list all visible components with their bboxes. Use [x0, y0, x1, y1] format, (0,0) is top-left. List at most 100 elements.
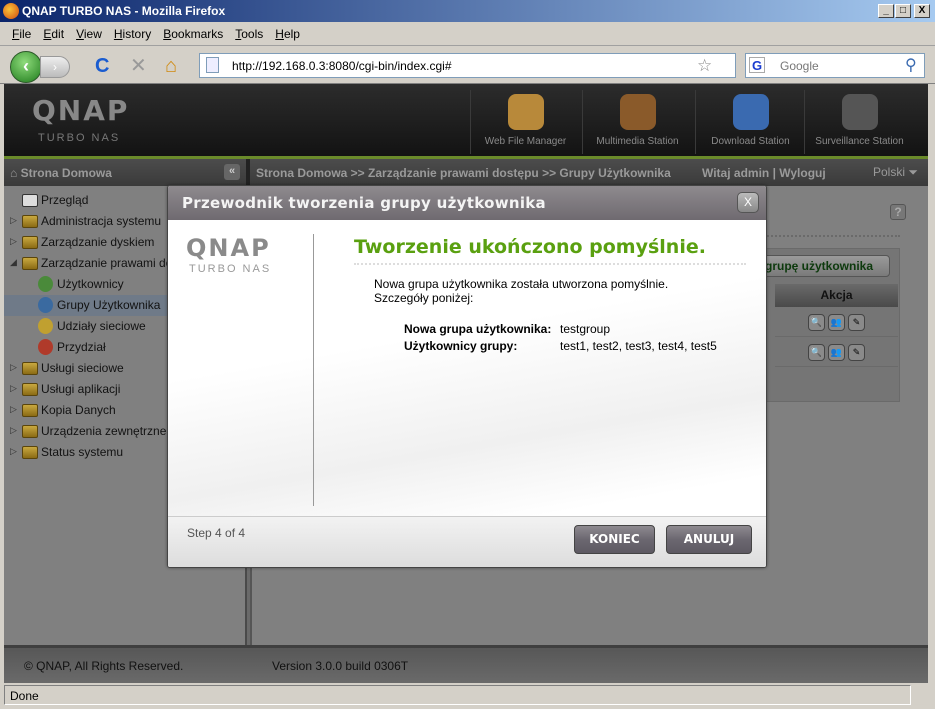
home-button[interactable]: ⌂: [165, 56, 177, 76]
qnap-logo-sub: TURBO NAS: [38, 132, 121, 144]
firefox-icon: [3, 3, 19, 19]
sidebar-item-label: Usługi sieciowe: [41, 361, 124, 375]
folder-icon: [22, 215, 38, 228]
google-engine-icon[interactable]: G: [749, 57, 765, 73]
qnap-logo-sub: TURBO NAS: [189, 263, 272, 275]
column-header-action: Akcja: [775, 284, 898, 307]
sidebar-item-label: Kopia Danych: [41, 403, 116, 417]
reload-button[interactable]: C: [95, 56, 109, 76]
item-icon: [38, 339, 53, 355]
add-group-button[interactable]: grupę użytkownika: [752, 255, 890, 277]
sidebar-item-label: Administracja systemu: [41, 214, 162, 228]
sidebar-item-label: Użytkownicy: [57, 277, 124, 291]
members-icon[interactable]: 👥: [828, 314, 845, 331]
app-label: Multimedia Station: [596, 136, 679, 147]
details-intro: Szczegóły poniżej:: [374, 291, 474, 305]
view-icon[interactable]: 🔍: [808, 344, 825, 361]
app-download-station[interactable]: Download Station: [695, 90, 805, 154]
app-multimedia-station[interactable]: Multimedia Station: [582, 90, 692, 154]
sidebar-item-label: Status systemu: [41, 445, 124, 459]
close-window-button[interactable]: X: [914, 4, 930, 18]
version: Version 3.0.0 build 0306T: [272, 659, 409, 673]
app-icon: [732, 94, 769, 130]
menu-edit[interactable]: Edit: [43, 27, 64, 45]
url-input[interactable]: http://192.168.0.3:8080/cgi-bin/index.cg…: [199, 53, 736, 78]
expand-arrow-icon[interactable]: ▷: [10, 425, 17, 436]
folder-icon: [22, 404, 38, 417]
welcome-logout[interactable]: Witaj admin | Wyloguj: [702, 166, 826, 180]
overview-icon: [22, 194, 38, 207]
success-heading: Tworzenie ukończono pomyślnie.: [354, 236, 706, 258]
search-go-icon[interactable]: ⚲: [905, 55, 917, 75]
success-message: Nowa grupa użytkownika została utworzona…: [374, 277, 669, 291]
home-link[interactable]: ⌂ Strona Domowa: [10, 166, 112, 180]
sidebar-item-label: Przydział: [57, 340, 106, 354]
divider: [246, 159, 250, 186]
footer: © QNAP, All Rights Reserved. Version 3.0…: [4, 645, 928, 683]
language-select[interactable]: Polski ⏷: [873, 165, 918, 180]
divider: [313, 234, 314, 506]
dialog-title: Przewodnik tworzenia grupy użytkownika: [168, 186, 766, 220]
table-row: 🔍 👥 ✎: [775, 338, 898, 367]
page-icon: [206, 57, 219, 73]
sidebar-item-label: Przegląd: [41, 193, 89, 207]
app-icon: [841, 94, 878, 130]
search-input[interactable]: Google: [745, 53, 925, 78]
divider: [760, 235, 900, 237]
menu-bookmarks[interactable]: Bookmarks: [163, 27, 223, 45]
detail-label-group: Nowa grupa użytkownika:: [404, 322, 552, 336]
expand-arrow-icon[interactable]: ▷: [10, 215, 17, 226]
folder-icon: [22, 236, 38, 249]
sidebar-item-label: Udziały sieciowe: [57, 319, 146, 333]
app-surveillance-station[interactable]: Surveillance Station: [804, 90, 914, 154]
expand-arrow-icon[interactable]: ▷: [10, 362, 17, 373]
bookmark-star-icon[interactable]: ☆: [697, 56, 712, 76]
menu-view[interactable]: View: [76, 27, 102, 45]
breadcrumb-bar: ⌂ Strona Domowa « Strona Domowa >> Zarzą…: [4, 159, 928, 186]
folder-icon: [22, 425, 38, 438]
forward-button[interactable]: ›: [40, 56, 70, 78]
minimize-button[interactable]: _: [878, 4, 894, 18]
dialog-footer: Step 4 of 4 KONIEC ANULUJ: [168, 516, 766, 567]
edit-icon[interactable]: ✎: [848, 314, 865, 331]
edit-icon[interactable]: ✎: [848, 344, 865, 361]
expand-arrow-icon[interactable]: ▷: [10, 236, 17, 247]
divider: [354, 263, 746, 265]
collapse-arrow-icon[interactable]: ◢: [10, 257, 17, 268]
menu-file[interactable]: File: [12, 27, 31, 45]
help-icon[interactable]: ?: [890, 204, 906, 220]
expand-arrow-icon[interactable]: ▷: [10, 446, 17, 457]
finish-button[interactable]: KONIEC: [574, 525, 655, 554]
maximize-button[interactable]: □: [895, 4, 911, 18]
menu-bar: File Edit View History Bookmarks Tools Help: [0, 22, 935, 46]
folder-icon: [22, 446, 38, 459]
expand-arrow-icon[interactable]: ▷: [10, 383, 17, 394]
menu-tools[interactable]: Tools: [235, 27, 263, 45]
stop-button[interactable]: ✕: [130, 56, 147, 76]
cancel-button[interactable]: ANULUJ: [666, 525, 752, 554]
detail-value-members: test1, test2, test3, test4, test5: [560, 339, 717, 353]
item-icon: [38, 318, 53, 334]
sidebar-item-label: Zarządzanie dyskiem: [41, 235, 155, 249]
dialog-body: QNAP TURBO NAS Tworzenie ukończono pomyś…: [168, 220, 766, 516]
menu-help[interactable]: Help: [275, 27, 300, 45]
folder-icon: [22, 383, 38, 396]
breadcrumb: Strona Domowa >> Zarządzanie prawami dos…: [256, 166, 671, 180]
sidebar-item-label: Grupy Użytkownika: [57, 298, 161, 312]
expand-arrow-icon[interactable]: ▷: [10, 404, 17, 415]
qnap-header: QNAP TURBO NAS Web File Manager Multimedi…: [4, 84, 928, 158]
back-button[interactable]: ‹: [10, 51, 42, 83]
copyright: © QNAP, All Rights Reserved.: [24, 659, 184, 673]
app-icon: [507, 94, 544, 130]
view-icon[interactable]: 🔍: [808, 314, 825, 331]
folder-open-icon: [22, 257, 38, 270]
menu-history[interactable]: History: [114, 27, 151, 45]
detail-label-members: Użytkownicy grupy:: [404, 339, 518, 353]
qnap-logo: QNAP: [32, 94, 130, 127]
status-bar: Done: [4, 685, 911, 705]
dialog-close-button[interactable]: X: [737, 192, 759, 213]
collapse-sidebar-button[interactable]: «: [224, 164, 240, 180]
app-label: Surveillance Station: [815, 136, 904, 147]
app-web-file-manager[interactable]: Web File Manager: [470, 90, 580, 154]
members-icon[interactable]: 👥: [828, 344, 845, 361]
